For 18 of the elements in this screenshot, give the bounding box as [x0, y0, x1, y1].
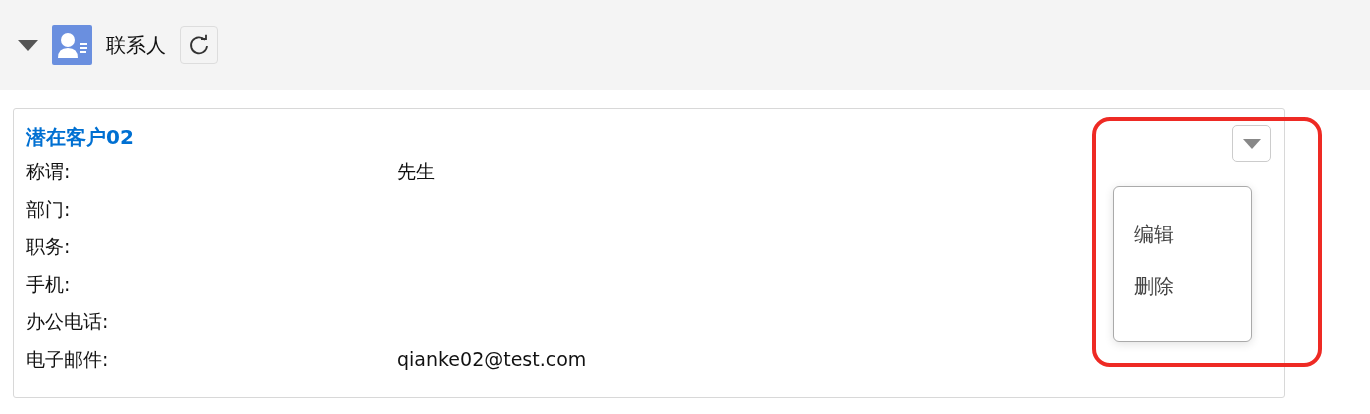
refresh-icon — [188, 34, 210, 56]
field-label: 办公电话: — [26, 309, 110, 334]
menu-item[interactable]: 编辑 — [1134, 221, 1174, 247]
field-value: 先生 — [397, 159, 435, 184]
field-label: 电子邮件: — [26, 346, 110, 372]
field-label: 称谓: — [26, 159, 72, 184]
field-label: 手机: — [26, 271, 72, 297]
refresh-button[interactable] — [180, 26, 218, 64]
contact-name-link[interactable]: 潜在客户02 — [26, 121, 134, 153]
collapse-icon[interactable] — [18, 39, 38, 51]
section-title: 联系人 — [106, 32, 166, 59]
field-label: 职务: — [26, 234, 72, 259]
field-value: qianke02@test.com — [397, 346, 587, 372]
contact-icon — [52, 25, 92, 65]
dropdown-button[interactable] — [1232, 125, 1271, 162]
menu-item[interactable]: 删除 — [1134, 273, 1174, 299]
caret-icon — [1242, 138, 1261, 149]
field-label: 部门: — [26, 196, 72, 222]
